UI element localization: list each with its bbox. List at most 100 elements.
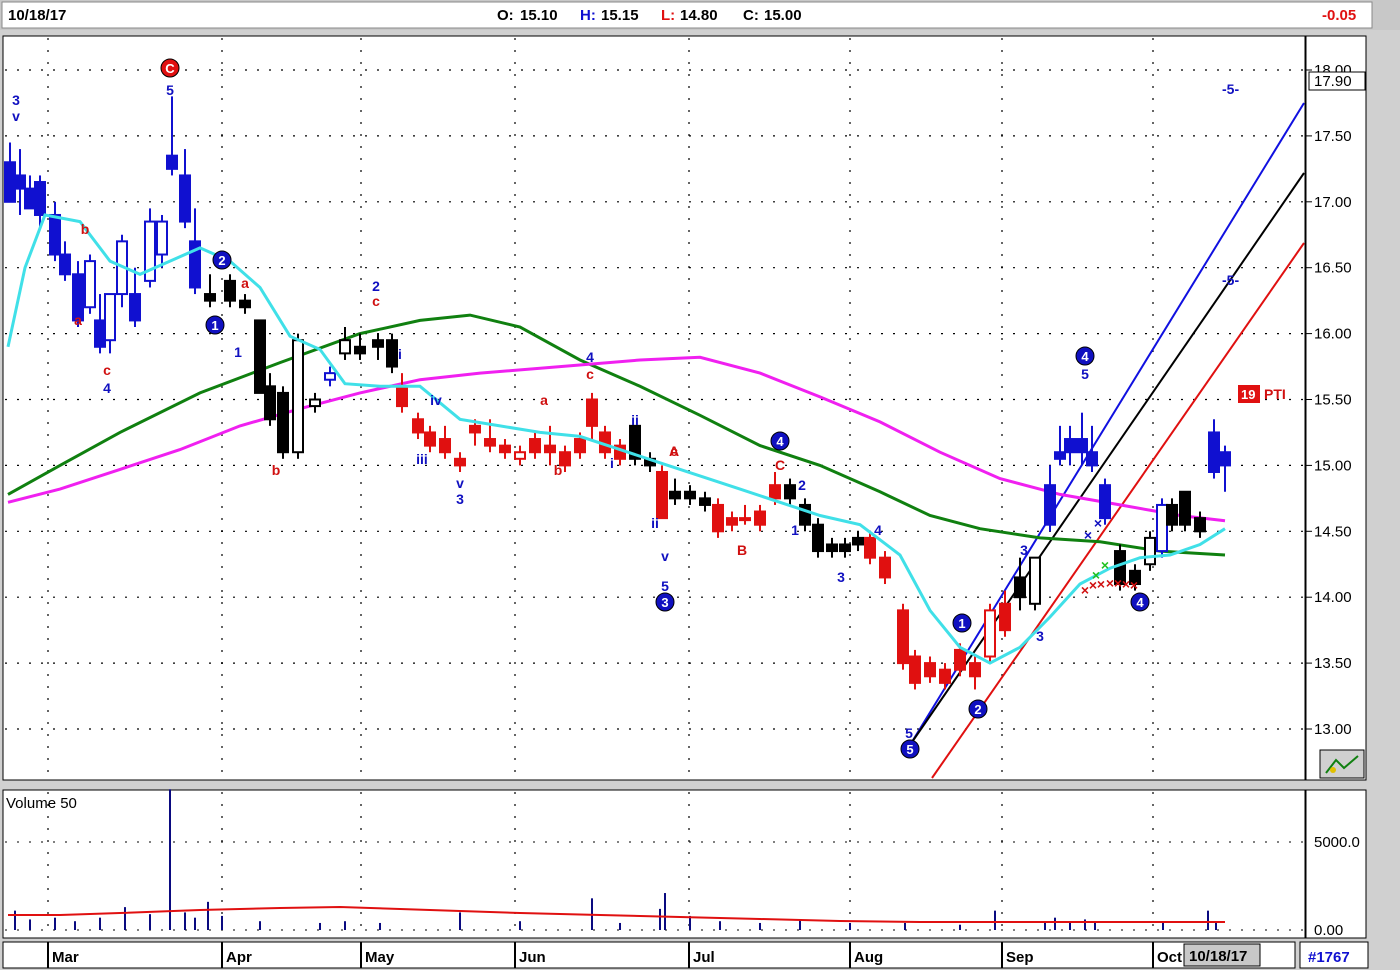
wave-label: 5: [166, 82, 174, 98]
high-label: H:: [580, 7, 596, 24]
price-tick-label: 13.00: [1314, 721, 1352, 738]
candle-body: [439, 438, 451, 454]
candle-body: [254, 319, 266, 394]
candle-body: [684, 490, 696, 500]
wave-label: c: [372, 293, 380, 309]
candle-body: [1208, 431, 1220, 473]
candle-body: [339, 339, 351, 355]
low-label: L:: [661, 7, 675, 24]
candle-body: [999, 602, 1011, 632]
candle-body: [396, 385, 408, 408]
candle-body: [129, 293, 141, 322]
candle-body: [1099, 484, 1111, 520]
price-tick-label: 17.50: [1314, 128, 1352, 145]
wave-label: a: [241, 275, 249, 291]
candle-body: [574, 438, 586, 454]
wave-label-circled: 3: [661, 595, 668, 610]
price-tick-label: 16.00: [1314, 326, 1352, 343]
wave-label: v: [661, 548, 669, 564]
chart-options-icon[interactable]: [1319, 749, 1365, 779]
pti-label: PTI: [1264, 386, 1286, 402]
chart-number: #1767: [1308, 949, 1350, 966]
price-pane[interactable]: [2, 35, 1306, 781]
wave-label: i: [610, 455, 614, 471]
price-tick-label: 13.50: [1314, 655, 1352, 672]
candle-body: [754, 510, 766, 526]
pattern-x-mark: ×: [1106, 575, 1114, 591]
candle-body: [1064, 438, 1076, 454]
wave-label-circled: 2: [974, 702, 981, 717]
candle-body: [372, 339, 384, 348]
wave-label: b: [554, 462, 563, 478]
candle-body: [156, 220, 168, 256]
wave-label: B: [737, 542, 747, 558]
candle-body: [544, 444, 556, 454]
candle-body: [514, 451, 526, 460]
candle-body: [699, 497, 711, 506]
candle-body: [277, 391, 289, 454]
candle-body: [826, 543, 838, 553]
candle-body: [924, 662, 936, 678]
wave-label: 4: [586, 349, 594, 365]
candle-body: [239, 299, 251, 309]
wave-label: 2: [372, 278, 380, 294]
candle-body: [354, 345, 366, 355]
candle-body: [852, 536, 864, 546]
volume-tick-label: 0.00: [1314, 922, 1343, 939]
candle-body: [309, 398, 321, 408]
candle-body: [24, 187, 36, 210]
wave-label: 1: [234, 344, 242, 360]
wave-label: b: [81, 221, 90, 237]
current-price-label: 17.90: [1314, 73, 1352, 90]
price-tick-label: 16.50: [1314, 260, 1352, 277]
wave-label-circled: 1: [958, 616, 965, 631]
candle-body: [1144, 536, 1156, 566]
candle-body: [386, 339, 398, 368]
pattern-x-mark: ×: [1122, 576, 1130, 592]
wave-label-circled: C: [165, 61, 175, 76]
volume-title: Volume 50: [6, 795, 77, 812]
wave-label: ii: [651, 515, 659, 531]
candle-body: [864, 536, 876, 559]
open-value: 15.10: [520, 7, 558, 24]
wave-label: 3: [837, 569, 845, 585]
candle-body: [839, 543, 851, 553]
candle-body: [954, 648, 966, 671]
candle-body: [179, 174, 191, 223]
time-axis-pane: [2, 941, 1296, 969]
wave-label-circled: 2: [218, 253, 225, 268]
header-date: 10/18/17: [8, 7, 66, 24]
candle-body: [969, 662, 981, 678]
candle-body: [84, 260, 96, 309]
price-tick-label: 15.50: [1314, 392, 1352, 409]
candle-body: [292, 339, 304, 454]
candle-body: [1194, 517, 1206, 533]
candle-body: [909, 655, 921, 684]
candle-body: [1156, 503, 1168, 553]
candle-body: [412, 418, 424, 434]
candle-body: [34, 181, 46, 216]
candle-body: [59, 253, 71, 276]
wave-label: 5: [1081, 366, 1089, 382]
low-value: 14.80: [680, 7, 718, 24]
candle-body: [484, 438, 496, 447]
wave-label: 3: [1020, 542, 1028, 558]
wave-label: 5: [905, 725, 913, 741]
wave-label: A: [669, 443, 679, 459]
wave-label: c: [586, 366, 594, 382]
wave-label: 3: [1036, 628, 1044, 644]
candle-body: [424, 431, 436, 447]
candle-body: [1044, 484, 1056, 526]
price-tick-label: 17.00: [1314, 194, 1352, 211]
wave-label: 3: [456, 491, 464, 507]
wave-label: 4: [103, 380, 111, 396]
month-label: Jul: [693, 949, 715, 966]
candle-body: [1219, 451, 1231, 467]
candle-body: [1076, 438, 1088, 454]
wave-label: i: [398, 346, 402, 362]
month-label: May: [365, 949, 395, 966]
candle-body: [879, 556, 891, 579]
candle-body: [4, 161, 16, 203]
candle-body: [812, 523, 824, 553]
month-label: Aug: [854, 949, 883, 966]
